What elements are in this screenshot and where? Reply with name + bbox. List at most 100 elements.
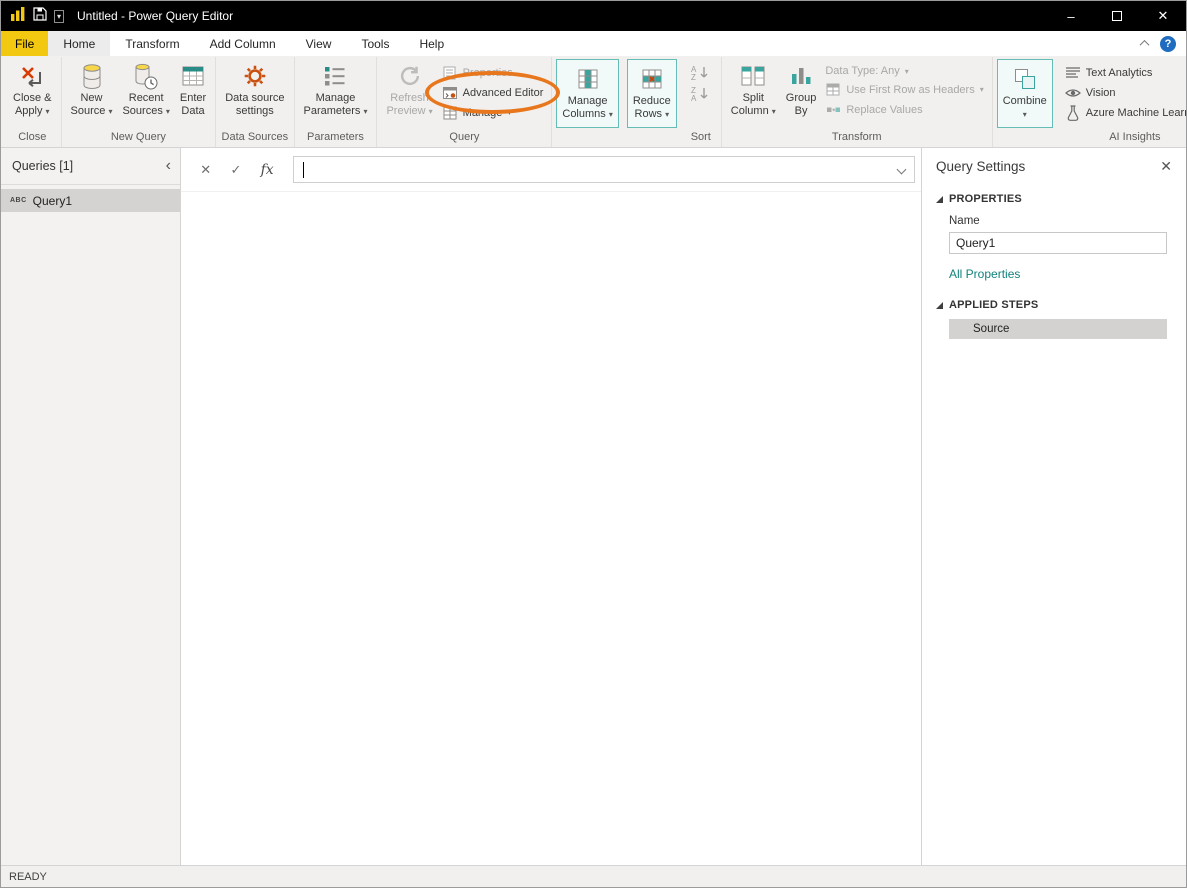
formula-commit-icon[interactable]: ✓: [230, 162, 241, 178]
ribbon: Close & Apply ▾ Close New Source ▾: [1, 57, 1186, 148]
title-bar: ▾ Untitled - Power Query Editor – ✕: [1, 1, 1186, 31]
group-label-combine: [997, 130, 1053, 147]
dropdown-icon: ▾: [980, 85, 984, 94]
combine-button[interactable]: Combine ▾: [997, 59, 1053, 128]
ribbon-group-sort: AZ ZA Sort: [681, 57, 722, 147]
dropdown-icon: ▾: [1023, 108, 1027, 121]
group-by-button[interactable]: Group By: [781, 59, 822, 118]
text-analytics-button[interactable]: Text Analytics: [1065, 65, 1187, 80]
split-column-button[interactable]: Split Column ▾: [726, 59, 781, 118]
sort-descending-button[interactable]: ZA: [689, 86, 713, 101]
ribbon-group-combine: Combine ▾: [993, 57, 1057, 147]
all-properties-link[interactable]: All Properties: [949, 267, 1020, 281]
name-label: Name: [949, 215, 1172, 227]
refresh-preview-button[interactable]: Refresh Preview ▾: [381, 59, 437, 118]
ribbon-group-reduce-rows: Reduce Rows ▾: [623, 57, 681, 147]
help-icon[interactable]: ?: [1160, 36, 1176, 52]
collapse-queries-panel-icon[interactable]: ‹: [166, 159, 171, 173]
replace-values-button[interactable]: Replace Values: [825, 102, 983, 117]
sort-ascending-button[interactable]: AZ: [689, 65, 713, 80]
query-list-item[interactable]: ABC Query1: [1, 189, 180, 212]
formula-input[interactable]: [293, 156, 915, 183]
text-analytics-icon: [1065, 65, 1081, 80]
data-type-button[interactable]: Data Type: Any ▾: [825, 65, 983, 77]
minimize-button[interactable]: –: [1048, 1, 1094, 31]
tab-tools[interactable]: Tools: [346, 31, 404, 56]
data-source-settings-button[interactable]: Data source settings: [220, 59, 289, 118]
fx-icon: fx: [261, 162, 274, 178]
ribbon-group-data-sources: Data source settings Data Sources: [216, 57, 294, 147]
properties-button[interactable]: Properties: [442, 65, 544, 80]
dropdown-icon: ▾: [46, 107, 50, 116]
reduce-rows-button[interactable]: Reduce Rows ▾: [627, 59, 677, 128]
combine-icon: [1013, 64, 1037, 94]
recent-sources-button[interactable]: Recent Sources ▾: [117, 59, 174, 118]
window-controls: – ✕: [1048, 1, 1186, 31]
close-and-apply-button[interactable]: Close & Apply ▾: [8, 59, 57, 118]
group-label-query: Query: [381, 130, 547, 147]
close-window-button[interactable]: ✕: [1140, 1, 1186, 31]
quick-access-dropdown-icon[interactable]: ▾: [54, 10, 64, 23]
dropdown-icon: ▾: [429, 107, 433, 116]
enter-data-button[interactable]: Enter Data: [175, 59, 211, 118]
dropdown-icon: ▾: [507, 108, 511, 117]
ribbon-group-ai-insights: Text Analytics Vision Azure Machine Lear…: [1057, 57, 1187, 147]
manage-columns-icon: [576, 64, 600, 94]
quick-access-toolbar: ▾: [1, 6, 64, 27]
queries-panel-title: Queries [1]: [12, 159, 73, 173]
collapse-ribbon-icon[interactable]: [1140, 40, 1150, 50]
power-query-editor-window: ▾ Untitled - Power Query Editor – ✕ File…: [0, 0, 1187, 888]
table-icon: [180, 61, 206, 91]
flask-icon: [1065, 105, 1081, 120]
maximize-button[interactable]: [1094, 1, 1140, 31]
use-first-row-as-headers-button[interactable]: Use First Row as Headers ▾: [825, 82, 983, 97]
group-by-icon: [788, 61, 814, 91]
azure-machine-learning-button[interactable]: Azure Machine Learning: [1065, 105, 1187, 120]
menu-right-controls: ?: [1141, 31, 1186, 56]
reduce-rows-icon: [640, 64, 664, 94]
query-name-input[interactable]: [949, 232, 1167, 254]
query-settings-panel: Query Settings ✕ PROPERTIES Name All Pro…: [921, 148, 1186, 865]
manage-parameters-button[interactable]: Manage Parameters ▾: [299, 59, 373, 118]
save-icon[interactable]: [33, 7, 47, 26]
formula-expand-icon[interactable]: [898, 166, 905, 173]
queries-panel-header: Queries [1] ‹: [1, 148, 180, 185]
formula-bar: ✕ ✓ fx: [181, 148, 921, 192]
tab-view[interactable]: View: [291, 31, 347, 56]
new-source-button[interactable]: New Source ▾: [66, 59, 118, 118]
group-label-ai-insights: AI Insights: [1061, 130, 1187, 147]
formula-cancel-icon[interactable]: ✕: [200, 162, 211, 178]
vision-button[interactable]: Vision: [1065, 85, 1187, 100]
dropdown-icon: ▾: [665, 110, 669, 119]
tab-add-column[interactable]: Add Column: [195, 31, 291, 56]
ribbon-group-query: Refresh Preview ▾ Properties Adva: [377, 57, 552, 147]
dropdown-icon: ▾: [609, 110, 613, 119]
manage-columns-button[interactable]: Manage Columns ▾: [556, 59, 618, 128]
tab-help[interactable]: Help: [404, 31, 459, 56]
main-area: Queries [1] ‹ ABC Query1 ✕ ✓ fx: [1, 148, 1186, 865]
group-label-transform: Transform: [726, 130, 988, 147]
manage-icon: [442, 105, 458, 120]
tab-home[interactable]: Home: [48, 31, 110, 56]
eye-icon: [1065, 85, 1081, 100]
replace-values-icon: [825, 102, 841, 117]
ribbon-group-new-query: New Source ▾ Recent Sources ▾ Enter Data: [62, 57, 217, 147]
group-label-data-sources: Data Sources: [220, 130, 289, 147]
applied-step-item[interactable]: Source: [949, 319, 1167, 339]
properties-icon: [442, 65, 458, 80]
properties-section-header[interactable]: PROPERTIES: [936, 193, 1172, 205]
parameters-list-icon: [322, 61, 348, 91]
section-expanded-icon: [936, 196, 943, 203]
formula-bar-buttons: ✕ ✓ fx: [181, 162, 293, 178]
manage-button[interactable]: Manage ▾: [442, 105, 544, 120]
refresh-icon: [398, 61, 422, 91]
applied-steps-section-header[interactable]: APPLIED STEPS: [936, 299, 1172, 311]
dropdown-icon: ▾: [166, 107, 170, 116]
abc-text-icon: ABC: [10, 197, 27, 204]
tab-transform[interactable]: Transform: [110, 31, 194, 56]
tab-file[interactable]: File: [1, 31, 48, 56]
advanced-editor-button[interactable]: Advanced Editor: [442, 85, 544, 100]
menu-bar: File Home Transform Add Column View Tool…: [1, 31, 1186, 57]
close-panel-icon[interactable]: ✕: [1160, 158, 1172, 175]
ribbon-group-parameters: Manage Parameters ▾ Parameters: [295, 57, 378, 147]
